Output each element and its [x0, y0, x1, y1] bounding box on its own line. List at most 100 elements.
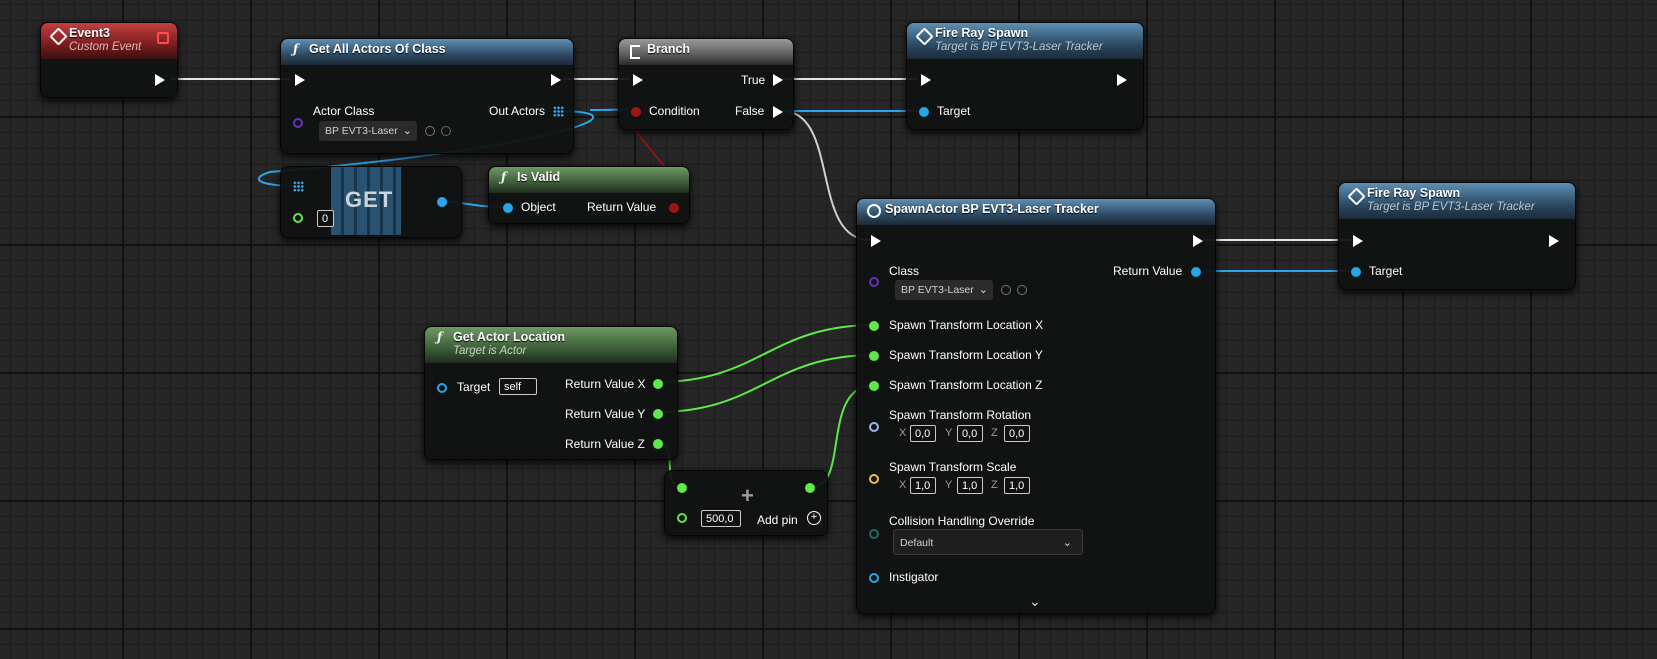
- float-wire: [656, 354, 876, 413]
- rotation-z-axis: Z: [991, 427, 998, 439]
- event3-subtitle: Custom Event: [69, 41, 142, 53]
- exec-in-pin[interactable]: [871, 235, 881, 247]
- array-pin-icon[interactable]: [553, 106, 564, 117]
- gal-target-field[interactable]: self: [499, 378, 537, 395]
- exec-out-pin[interactable]: [1193, 235, 1203, 247]
- false-exec-pin[interactable]: [773, 106, 783, 118]
- is-valid-object-label: Object: [521, 200, 556, 214]
- class-pin-icon[interactable]: [869, 277, 879, 287]
- is-valid-title: Is Valid: [517, 170, 561, 184]
- is-valid-node[interactable]: ƒ Is Valid Object Return Value: [488, 166, 690, 224]
- expand-advanced-icon[interactable]: ⌄: [1029, 593, 1041, 610]
- array-get-node[interactable]: GET 0: [280, 166, 462, 238]
- return-bool-pin-icon[interactable]: [669, 203, 679, 213]
- browse-search-icon[interactable]: [1017, 285, 1027, 295]
- collision-label: Collision Handling Override: [889, 514, 1035, 528]
- index-field[interactable]: 0: [317, 210, 334, 227]
- spawn-class-label: Class: [889, 264, 920, 278]
- chevron-down-icon: ⌄: [402, 125, 412, 137]
- use-selected-icon[interactable]: [425, 126, 435, 136]
- loc-x-label: Spawn Transform Location X: [889, 318, 1044, 332]
- delegate-pin-icon[interactable]: [157, 32, 169, 44]
- add-pin-plus-icon[interactable]: +: [807, 511, 821, 525]
- spawn-class-dropdown[interactable]: BP EVT3-Laser ⌄: [895, 280, 993, 300]
- scale-pin-icon[interactable]: [869, 474, 879, 484]
- branch-node[interactable]: Branch True Condition False: [618, 38, 794, 130]
- add-pin-label[interactable]: Add pin: [757, 513, 798, 527]
- add-symbol: +: [741, 483, 754, 508]
- exec-out-pin[interactable]: [1117, 74, 1127, 86]
- add-out-pin-icon[interactable]: [805, 483, 815, 493]
- event-icon: [1347, 187, 1366, 206]
- get-node-label: GET: [345, 187, 394, 212]
- actor-class-value: BP EVT3-Laser: [325, 125, 398, 137]
- fire-ray-1-title: Fire Ray Spawn: [935, 26, 1029, 40]
- instigator-pin-icon[interactable]: [869, 573, 879, 583]
- b-in-pin-icon[interactable]: [677, 513, 687, 523]
- loc-y-label: Spawn Transform Location Y: [889, 348, 1043, 362]
- spawn-return-pin-icon[interactable]: [1191, 267, 1201, 277]
- scale-y-field[interactable]: 1,0: [957, 477, 983, 494]
- exec-out-pin[interactable]: [155, 74, 165, 86]
- exec-in-pin[interactable]: [1353, 235, 1363, 247]
- fire-ray-spawn-node-1[interactable]: Fire Ray Spawn Target is BP EVT3-Laser T…: [906, 22, 1144, 130]
- scale-z-field[interactable]: 1,0: [1004, 477, 1030, 494]
- loc-z-pin-icon[interactable]: [869, 381, 879, 391]
- fire-ray-spawn-node-2[interactable]: Fire Ray Spawn Target is BP EVT3-Laser T…: [1338, 182, 1576, 290]
- ret-y-pin-icon[interactable]: [653, 409, 663, 419]
- float-wire: [656, 324, 876, 383]
- function-icon: ƒ: [293, 42, 299, 56]
- collision-pin-icon[interactable]: [869, 529, 879, 539]
- spawn-actor-node[interactable]: SpawnActor BP EVT3-Laser Tracker Class B…: [856, 198, 1216, 614]
- index-pin-icon[interactable]: [293, 213, 303, 223]
- get-out-pin-icon[interactable]: [437, 197, 447, 207]
- loc-x-pin-icon[interactable]: [869, 321, 879, 331]
- condition-pin-icon[interactable]: [631, 107, 641, 117]
- rotation-y-field[interactable]: 0,0: [957, 425, 983, 442]
- rotation-z-field[interactable]: 0,0: [1004, 425, 1030, 442]
- get-actor-location-node[interactable]: ƒ Get Actor Location Target is Actor Tar…: [424, 326, 678, 460]
- rotation-x-field[interactable]: 0,0: [910, 425, 936, 442]
- event-icon: [49, 27, 68, 46]
- scale-label: Spawn Transform Scale: [889, 460, 1017, 474]
- actor-class-dropdown[interactable]: BP EVT3-Laser ⌄: [319, 121, 417, 141]
- scale-x-field[interactable]: 1,0: [910, 477, 936, 494]
- ret-x-pin-icon[interactable]: [653, 379, 663, 389]
- target-pin-icon[interactable]: [1351, 267, 1361, 277]
- spawn-class-value: BP EVT3-Laser: [901, 284, 974, 296]
- collision-dropdown[interactable]: Default ⌄: [893, 529, 1083, 555]
- spawn-icon: [867, 204, 881, 218]
- add-float-node[interactable]: + 500,0 Add pin +: [664, 470, 828, 536]
- collision-value: Default: [900, 537, 934, 549]
- target-pin-icon[interactable]: [437, 383, 447, 393]
- exec-out-pin[interactable]: [1549, 235, 1559, 247]
- exec-in-pin[interactable]: [295, 74, 305, 86]
- exec-in-pin[interactable]: [633, 74, 643, 86]
- a-in-pin-icon[interactable]: [677, 483, 687, 493]
- use-selected-icon[interactable]: [1001, 285, 1011, 295]
- rotation-pin-icon[interactable]: [869, 422, 879, 432]
- object-pin-icon[interactable]: [503, 203, 513, 213]
- get-all-actors-of-class-node[interactable]: ƒ Get All Actors Of Class Actor Class BP…: [280, 38, 574, 154]
- add-value-field[interactable]: 500,0: [701, 510, 741, 527]
- class-pin-icon[interactable]: [293, 118, 303, 128]
- event3-node[interactable]: Event3 Custom Event: [40, 22, 178, 98]
- exec-in-pin[interactable]: [921, 74, 931, 86]
- target-pin-icon[interactable]: [919, 107, 929, 117]
- rotation-y-axis: Y: [945, 427, 953, 439]
- get-all-actors-title: Get All Actors Of Class: [309, 42, 446, 56]
- ret-z-label: Return Value Z: [565, 437, 645, 451]
- true-exec-pin[interactable]: [773, 74, 783, 86]
- array-in-pin-icon[interactable]: [293, 181, 304, 192]
- function-icon: ƒ: [437, 330, 443, 344]
- exec-out-pin[interactable]: [551, 74, 561, 86]
- event-icon: [915, 27, 934, 46]
- loc-y-pin-icon[interactable]: [869, 351, 879, 361]
- fire-ray-2-title: Fire Ray Spawn: [1367, 186, 1461, 200]
- scale-z-axis: Z: [991, 479, 998, 491]
- browse-search-icon[interactable]: [441, 126, 451, 136]
- condition-label: Condition: [649, 104, 700, 118]
- rotation-label: Spawn Transform Rotation: [889, 408, 1032, 422]
- chevron-down-icon: ⌄: [1062, 537, 1072, 549]
- ret-z-pin-icon[interactable]: [653, 439, 663, 449]
